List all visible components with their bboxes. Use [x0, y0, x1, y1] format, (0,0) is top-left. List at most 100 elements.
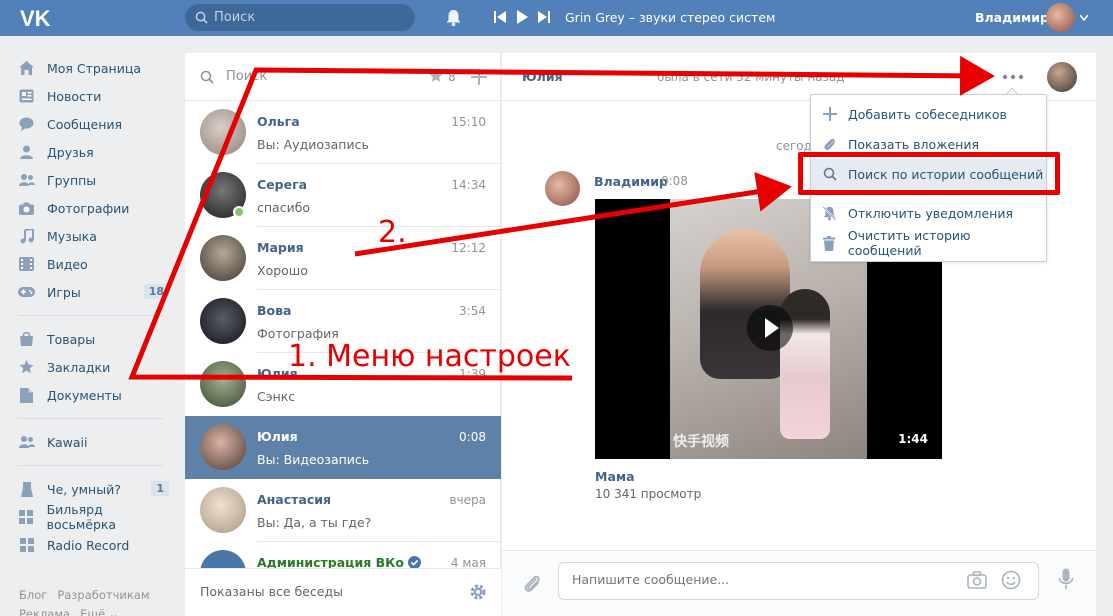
sidebar-item-label: Че, умный?	[47, 481, 121, 497]
menu-item-clear-history[interactable]: Очистить историю сообщений	[811, 228, 1046, 258]
camera-icon[interactable]	[967, 571, 987, 589]
search-icon[interactable]	[968, 71, 982, 85]
next-track-icon[interactable]	[538, 10, 550, 24]
sidebar-item-games[interactable]: Игры 18	[18, 278, 173, 306]
docs-icon	[18, 387, 35, 404]
sidebar-item-news[interactable]: Новости	[18, 82, 173, 110]
sidebar-item-friends[interactable]: Друзья	[18, 138, 173, 166]
menu-item-mute-notifications[interactable]: Отключить уведомления	[811, 198, 1046, 228]
dialog-item[interactable]: Анастасия вчера Вы: Да, а ты где?	[185, 479, 501, 542]
dialogs-search-bar[interactable]: Поиск 8	[185, 53, 501, 101]
dialog-time: 0:08	[459, 430, 486, 444]
microphone-icon[interactable]	[1058, 568, 1074, 590]
sidebar-item-documents[interactable]: Документы	[18, 381, 173, 409]
star-icon	[18, 359, 35, 376]
messages-icon	[18, 116, 35, 133]
bell-icon[interactable]	[445, 9, 462, 27]
dialog-name: Анастасия	[257, 492, 332, 507]
dialog-avatar	[200, 424, 246, 470]
dialog-avatar	[200, 109, 246, 155]
dialogs-footer: Показаны все беседы	[185, 568, 501, 616]
chat-peer-name[interactable]: Юлия	[522, 69, 563, 84]
message-composer	[502, 550, 1096, 616]
sidebar-item-label: Музыка	[47, 228, 97, 244]
gear-icon[interactable]	[469, 583, 487, 601]
app-count-badge: 1	[151, 481, 169, 496]
video-title[interactable]: Мама	[595, 469, 635, 484]
now-playing-track[interactable]: Grin Grey – звуки стерео систем	[565, 10, 775, 25]
dialog-time: 14:34	[451, 178, 486, 192]
chat-peer-avatar[interactable]	[1047, 62, 1077, 92]
footer-link-more[interactable]: Ещё ⌄	[80, 607, 118, 616]
sidebar-item-label: Сообщения	[47, 116, 123, 132]
app-icon	[18, 509, 35, 526]
emoji-icon[interactable]	[1001, 570, 1021, 590]
group-icon	[18, 434, 35, 451]
dialog-item-active[interactable]: Юлия 0:08 Вы: Видеозапись	[185, 416, 501, 479]
sidebar-item-bookmarks[interactable]: Закладки	[18, 353, 173, 381]
online-indicator	[233, 206, 245, 218]
sidebar-item-photos[interactable]: Фотографии	[18, 194, 173, 222]
prev-track-icon[interactable]	[494, 10, 506, 24]
menu-item-label: Показать вложения	[848, 136, 979, 152]
sidebar-item-messages[interactable]: Сообщения	[18, 110, 173, 138]
footer-link-ads[interactable]: Реклама	[19, 607, 70, 616]
dialog-name: Ольга	[257, 114, 300, 129]
video-thumbnail-figure	[700, 229, 790, 379]
header-user-name[interactable]: Владимир	[975, 10, 1049, 25]
camera-icon	[18, 200, 35, 217]
footer-link-blog[interactable]: Блог	[19, 588, 47, 602]
dialog-item[interactable]: Серега 14:34 спасибо	[185, 164, 501, 227]
play-icon[interactable]	[516, 10, 528, 24]
header-user-avatar[interactable]	[1046, 3, 1075, 32]
sidebar-item-music[interactable]: Музыка	[18, 222, 173, 250]
annotation-step-1: 1. Меню настроек	[288, 339, 571, 374]
dialog-item[interactable]: Ольга 15:10 Вы: Аудиозапись	[185, 101, 501, 164]
footer-link-developers[interactable]: Разработчикам	[57, 588, 149, 602]
news-icon	[18, 88, 35, 105]
sidebar-item-goods[interactable]: Товары	[18, 325, 173, 353]
search-icon	[195, 11, 208, 24]
app-icon	[18, 481, 35, 498]
sidebar-item-label: Фотографии	[47, 200, 130, 216]
dialog-preview: Сэнкс	[257, 389, 296, 404]
message-input-field[interactable]	[572, 572, 952, 587]
paperclip-icon[interactable]	[522, 573, 542, 595]
search-placeholder: Поиск	[214, 10, 256, 25]
message-author-avatar[interactable]	[545, 171, 580, 206]
chevron-down-icon[interactable]	[1080, 15, 1088, 21]
sidebar-item-app-smart[interactable]: Че, умный? 1	[18, 475, 173, 503]
video-watermark: 快手视频	[673, 434, 729, 450]
search-icon	[200, 70, 214, 84]
sidebar-item-app-billiards[interactable]: Бильярд восьмёрка	[18, 502, 173, 532]
dialogs-panel: Поиск 8 Ольга 15:10 Вы: Аудиозапись Сере…	[185, 53, 501, 616]
sidebar-item-my-page[interactable]: Моя Страница	[18, 54, 173, 82]
annotation-highlight-box	[798, 152, 1060, 195]
sidebar-item-kawaii[interactable]: Kawaii	[18, 428, 173, 456]
sidebar-item-label: Radio Record	[47, 537, 130, 553]
menu-item-label: Отключить уведомления	[848, 205, 1013, 221]
games-icon	[18, 284, 35, 301]
sidebar-item-label: Документы	[47, 387, 122, 403]
message-author-name[interactable]: Владимир	[594, 174, 668, 189]
message-time: 0:08	[661, 174, 688, 188]
menu-divider	[18, 465, 163, 466]
trash-icon	[822, 235, 837, 251]
menu-item-add-members[interactable]: Добавить собеседников	[811, 99, 1046, 129]
sidebar-item-label: Группы	[47, 172, 97, 188]
sidebar-item-groups[interactable]: Группы	[18, 166, 173, 194]
dialog-item[interactable]: Мария 12:12 Хорошо	[185, 227, 501, 290]
sidebar-item-label: Новости	[47, 88, 102, 104]
vk-logo[interactable]: VK	[18, 5, 54, 31]
starred-count: 8	[448, 70, 456, 84]
plus-icon[interactable]	[471, 69, 487, 85]
goods-icon	[18, 331, 35, 348]
sidebar-item-video[interactable]: Видео	[18, 250, 173, 278]
more-options-icon[interactable]	[1002, 71, 1024, 83]
dialog-avatar	[200, 235, 246, 281]
global-search-input[interactable]: Поиск	[185, 4, 415, 31]
star-icon[interactable]	[429, 69, 443, 83]
dialog-name: Мария	[257, 240, 304, 255]
menu-divider	[18, 315, 163, 316]
sidebar-item-app-radio[interactable]: Radio Record	[18, 531, 173, 559]
